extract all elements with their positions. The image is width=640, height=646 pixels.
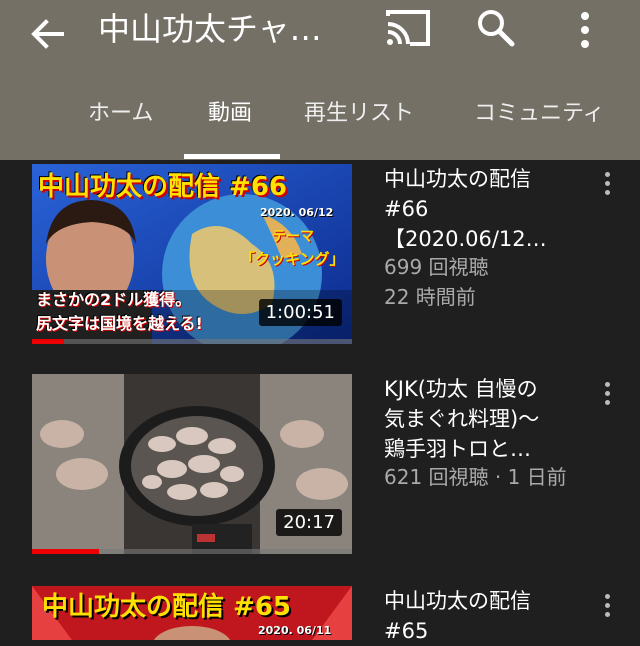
video-item[interactable]: 中山功太の配信 #65 2020. 06/11 中山功太の配信 #65 xyxy=(0,586,640,643)
thumbnail-caption-1: まさかの2ドル獲得。 xyxy=(36,290,192,309)
more-vert-icon[interactable] xyxy=(570,8,600,52)
video-menu-icon[interactable] xyxy=(598,380,618,410)
video-item[interactable]: 20:17 KJK(功太 自慢の 気まぐれ料理)〜 鶏手羽トロと… 621 回視… xyxy=(0,374,640,586)
tab-playlists[interactable]: 再生リスト xyxy=(304,92,414,158)
video-menu-icon[interactable] xyxy=(598,592,618,622)
tab-home[interactable]: ホーム xyxy=(88,92,153,158)
video-duration: 1:00:51 xyxy=(258,299,342,326)
watch-progress xyxy=(32,549,100,554)
thumbnail-date: 2020. 06/11 xyxy=(258,624,332,637)
thumbnail-headline: 中山功太の配信 #65 xyxy=(42,592,292,622)
video-thumbnail[interactable]: 中山功太の配信 #65 2020. 06/11 xyxy=(32,586,352,640)
thumbnail-headline: 中山功太の配信 #66 xyxy=(38,172,288,202)
channel-tabs: ホーム 動画 再生リスト コミュニティ xyxy=(0,92,640,158)
video-title[interactable]: 中山功太の配信 #65 xyxy=(384,586,584,646)
search-icon[interactable] xyxy=(474,6,518,50)
video-item[interactable]: 中山功太の配信 #66 2020. 06/12 テーマ 「クッキング」 まさかの… xyxy=(0,160,640,370)
watch-progress-track xyxy=(32,339,352,344)
video-thumbnail[interactable]: 中山功太の配信 #66 2020. 06/12 テーマ 「クッキング」 まさかの… xyxy=(32,164,352,344)
video-views: 699 回視聴 xyxy=(384,255,489,279)
channel-title: 中山功太チャ… xyxy=(98,10,322,48)
watch-progress xyxy=(32,339,64,344)
thumbnail-caption-2: 尻文字は国境を越える! xyxy=(36,314,203,333)
thumbnail-theme-title: 「クッキング」 xyxy=(240,250,345,268)
video-age: 22 時間前 xyxy=(384,285,476,309)
video-menu-icon[interactable] xyxy=(598,170,618,200)
tab-videos[interactable]: 動画 xyxy=(208,92,252,158)
thumbnail-date: 2020. 06/12 xyxy=(260,206,334,219)
video-title[interactable]: 中山功太の配信 #66 【2020.06/12… xyxy=(384,164,584,254)
thumbnail-theme-label: テーマ xyxy=(272,229,314,245)
video-list: 中山功太の配信 #66 2020. 06/12 テーマ 「クッキング」 まさかの… xyxy=(0,160,640,643)
video-thumbnail[interactable]: 20:17 xyxy=(32,374,352,554)
tab-active-indicator xyxy=(184,154,280,159)
tab-community[interactable]: コミュニティ xyxy=(474,92,605,158)
app-bar: 中山功太チャ… ホーム 動画 再生リスト コミュニティ xyxy=(0,0,640,160)
video-views-age: 621 回視聴 · 1 日前 xyxy=(384,465,567,489)
video-title[interactable]: KJK(功太 自慢の 気まぐれ料理)〜 鶏手羽トロと… xyxy=(384,374,584,464)
back-arrow-icon[interactable] xyxy=(28,14,68,54)
video-duration: 20:17 xyxy=(276,509,342,536)
cast-icon[interactable] xyxy=(384,8,432,48)
